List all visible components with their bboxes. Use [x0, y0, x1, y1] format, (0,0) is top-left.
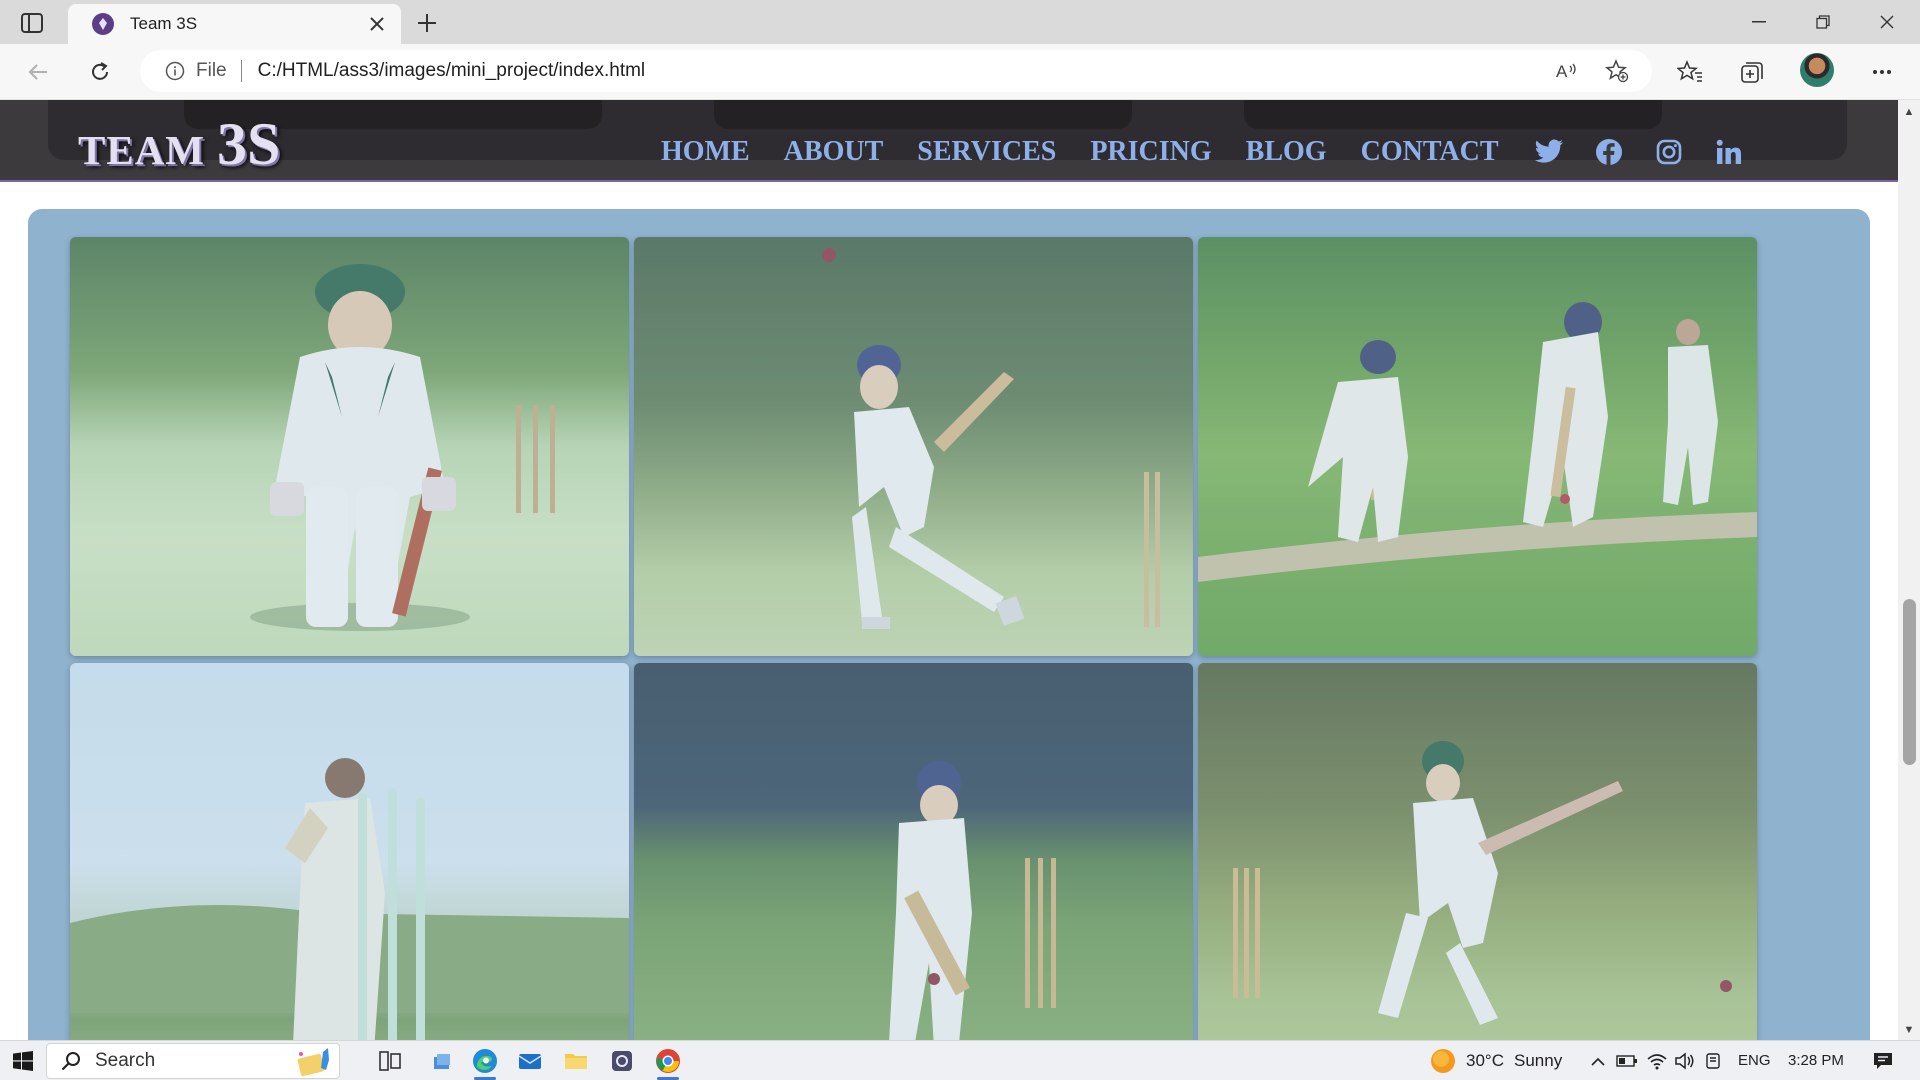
- site-favicon-icon: [92, 13, 114, 35]
- close-tab-icon[interactable]: [365, 12, 389, 36]
- system-clock[interactable]: 3:28 PM: [1788, 1041, 1844, 1080]
- edge-browser-icon[interactable]: [465, 1041, 505, 1080]
- search-highlight-icon: [297, 1048, 329, 1077]
- page-scrollbar[interactable]: ▲ ▼: [1898, 100, 1920, 1040]
- nav-blog[interactable]: BLOG: [1246, 136, 1327, 168]
- battery-icon[interactable]: [1614, 1041, 1640, 1080]
- language-indicator[interactable]: ENG: [1738, 1041, 1771, 1080]
- site-header: TEAM 3S HOME ABOUT SERVICES PRICING BLOG …: [0, 100, 1898, 182]
- tab-strip: Team 3S: [0, 0, 1920, 44]
- new-tab-button[interactable]: [412, 8, 442, 38]
- address-bar[interactable]: File C:/HTML/ass3/images/mini_project/in…: [140, 50, 1652, 92]
- weather-temperature[interactable]: 30°C: [1466, 1041, 1504, 1080]
- address-scheme-label: File: [196, 60, 227, 81]
- address-separator: [240, 60, 242, 82]
- address-url[interactable]: C:/HTML/ass3/images/mini_project/index.h…: [258, 60, 646, 82]
- profile-avatar[interactable]: [1800, 53, 1834, 87]
- gallery-photo-batter-defending[interactable]: [634, 663, 1193, 1040]
- refresh-icon[interactable]: [82, 54, 118, 90]
- scroll-down-icon[interactable]: ▼: [1903, 1024, 1915, 1036]
- tab-title: Team 3S: [130, 14, 198, 33]
- instagram-icon[interactable]: [1653, 136, 1685, 168]
- device-status-icon[interactable]: [1700, 1041, 1726, 1080]
- chrome-icon[interactable]: [648, 1041, 688, 1080]
- nav-contact[interactable]: CONTACT: [1361, 136, 1499, 168]
- taskbar-search-box[interactable]: Search: [46, 1043, 340, 1079]
- volume-icon[interactable]: [1672, 1041, 1698, 1080]
- main-nav: HOME ABOUT SERVICES PRICING BLOG CONTACT: [661, 136, 1773, 168]
- gallery-photo-batter-swinging[interactable]: [634, 237, 1193, 656]
- svg-text:A: A: [1556, 62, 1568, 81]
- nav-pricing[interactable]: PRICING: [1090, 136, 1211, 168]
- notifications-icon[interactable]: [1868, 1041, 1898, 1080]
- nav-about[interactable]: ABOUT: [784, 136, 884, 168]
- read-aloud-icon[interactable]: A: [1552, 56, 1582, 86]
- facebook-icon[interactable]: [1593, 136, 1625, 168]
- minimize-icon[interactable]: [1728, 0, 1790, 44]
- weather-condition[interactable]: Sunny: [1514, 1041, 1562, 1080]
- logo-text-team: TEAM: [78, 127, 205, 173]
- mail-icon[interactable]: [510, 1041, 550, 1080]
- twitter-icon[interactable]: [1533, 136, 1565, 168]
- search-icon: [61, 1052, 80, 1071]
- weather-sun-icon[interactable]: [1428, 1041, 1458, 1080]
- show-hidden-icons-chevron-icon[interactable]: [1586, 1041, 1610, 1080]
- linkedin-icon[interactable]: [1713, 136, 1745, 168]
- close-window-icon[interactable]: [1856, 0, 1918, 44]
- windows-taskbar: Search 30°C Sunny ENG 3:28 PM: [0, 1040, 1920, 1080]
- file-explorer-icon[interactable]: [556, 1041, 596, 1080]
- browser-tab[interactable]: Team 3S: [68, 4, 401, 44]
- scroll-up-icon[interactable]: ▲: [1903, 106, 1915, 118]
- gallery-photo-match-at-crease[interactable]: [1198, 237, 1757, 656]
- favorites-icon[interactable]: [1674, 56, 1706, 88]
- info-icon[interactable]: [164, 60, 186, 82]
- windows-start-icon[interactable]: [8, 1041, 38, 1080]
- task-view-icon[interactable]: [370, 1041, 410, 1080]
- logo-text-3s: 3S: [217, 111, 281, 177]
- gallery-photo-batter-cut-shot[interactable]: [1198, 663, 1757, 1040]
- header-card: [714, 100, 1132, 129]
- taskbar-search-label: Search: [95, 1050, 156, 1071]
- gallery-photo-wicketkeeper-stumps[interactable]: [70, 663, 629, 1040]
- tab-actions-icon[interactable]: [18, 10, 46, 36]
- back-arrow-icon[interactable]: [20, 54, 56, 90]
- more-options-icon[interactable]: [1866, 56, 1898, 88]
- restore-icon[interactable]: [1792, 0, 1854, 44]
- scrollbar-thumb[interactable]: [1903, 599, 1916, 765]
- wifi-icon[interactable]: [1644, 1041, 1670, 1080]
- gallery-photo-batter-standing[interactable]: [70, 237, 629, 656]
- photo-gallery: [28, 209, 1870, 1040]
- add-favorite-icon[interactable]: [1602, 56, 1632, 86]
- nav-services[interactable]: SERVICES: [917, 136, 1056, 168]
- snipping-tool-icon[interactable]: [602, 1041, 642, 1080]
- page-viewport: TEAM 3S HOME ABOUT SERVICES PRICING BLOG …: [0, 100, 1898, 1040]
- nav-home[interactable]: HOME: [661, 136, 750, 168]
- collections-icon[interactable]: [1736, 56, 1768, 88]
- file-stack-icon[interactable]: [422, 1041, 462, 1080]
- header-card: [1244, 100, 1662, 129]
- browser-toolbar: File C:/HTML/ass3/images/mini_project/in…: [0, 44, 1920, 100]
- site-logo[interactable]: TEAM 3S: [78, 110, 280, 179]
